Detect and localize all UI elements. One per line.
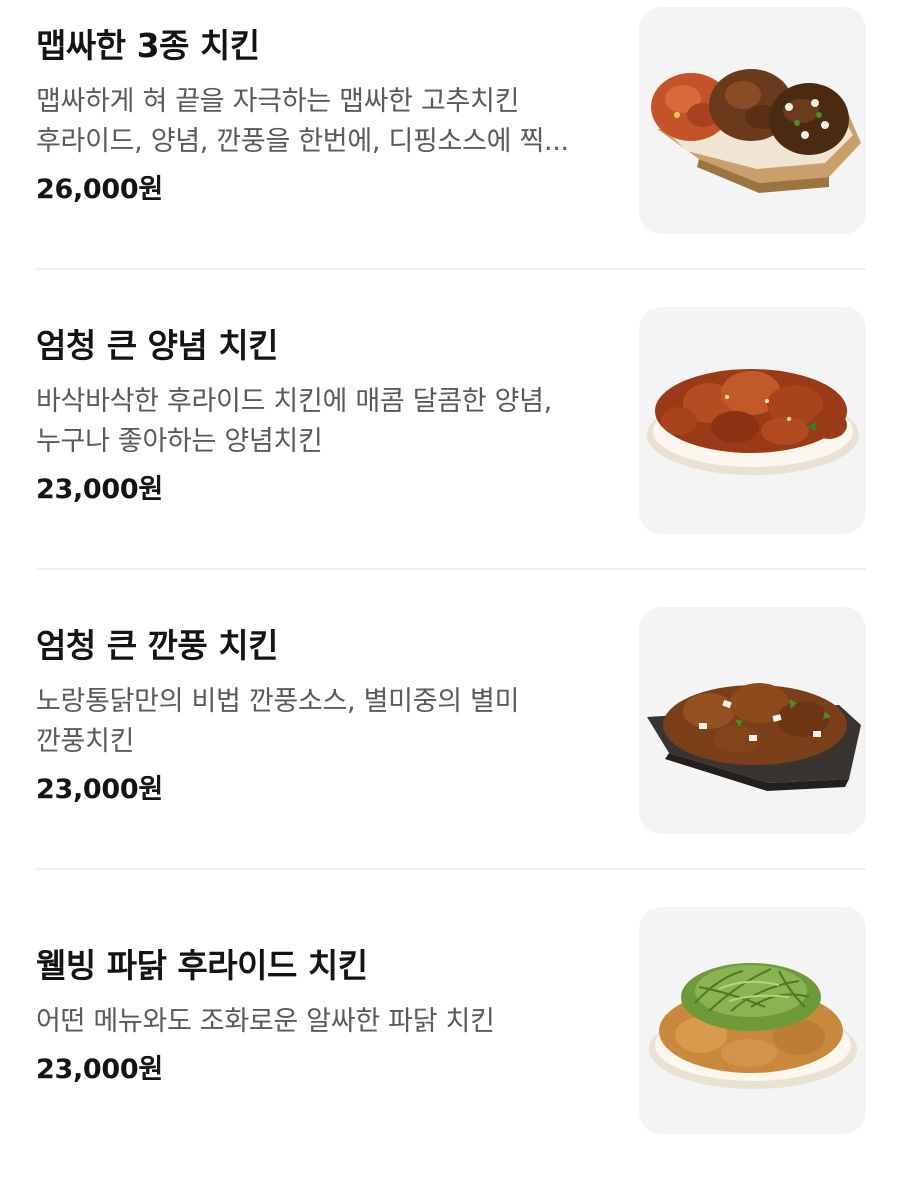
- menu-item-name: 엄청 큰 깐풍 치킨: [36, 626, 279, 665]
- menu-list: 맵싸한 3종 치킨 맵싸하게 혀 끝을 자극하는 맵싸한 고추치킨 후라이드, …: [0, 0, 900, 1146]
- menu-item-name: 맵싸한 3종 치킨: [36, 26, 260, 65]
- three-chicken-platter-image[interactable]: [639, 7, 866, 234]
- divider: [36, 868, 866, 870]
- menu-item-description: 어떤 메뉴와도 조화로운 알싸한 파닭 치킨: [36, 1006, 495, 1037]
- menu-item-price: 23,000원: [36, 1054, 163, 1085]
- menu-item-price: 23,000원: [36, 774, 163, 805]
- menu-item-spicy-3-chicken[interactable]: 맵싸한 3종 치킨 맵싸하게 혀 끝을 자극하는 맵싸한 고추치킨 후라이드, …: [0, 0, 900, 300]
- menu-item-description: 맵싸하게 혀 끝을 자극하는 맵싸한 고추치킨 후라이드, 양념, 깐풍을 한번…: [36, 86, 569, 157]
- menu-item-description: 노랑통닭만의 비법 깐풍소스, 별미중의 별미 깐풍치킨: [36, 686, 520, 757]
- menu-item-seasoned-chicken[interactable]: 엄청 큰 양념 치킨 바삭바삭한 후라이드 치킨에 매콤 달콤한 양념, 누구나…: [0, 300, 900, 600]
- green-onion-chicken-image[interactable]: [639, 907, 866, 1134]
- divider: [36, 268, 866, 270]
- menu-item-name: 웰빙 파닭 후라이드 치킨: [36, 946, 368, 985]
- menu-item-green-onion-chicken[interactable]: 웰빙 파닭 후라이드 치킨 어떤 메뉴와도 조화로운 알싸한 파닭 치킨 23,…: [0, 900, 900, 1200]
- kkanpung-chicken-image[interactable]: [639, 607, 866, 834]
- menu-item-kkanpung-chicken[interactable]: 엄청 큰 깐풍 치킨 노랑통닭만의 비법 깐풍소스, 별미중의 별미 깐풍치킨 …: [0, 600, 900, 900]
- divider: [36, 568, 866, 570]
- menu-item-text: 엄청 큰 양념 치킨 바삭바삭한 후라이드 치킨에 매콤 달콤한 양념, 누구나…: [36, 322, 616, 512]
- menu-item-price: 26,000원: [36, 174, 163, 205]
- menu-item-name: 엄청 큰 양념 치킨: [36, 326, 279, 365]
- menu-item-price: 23,000원: [36, 474, 163, 505]
- menu-item-text: 맵싸한 3종 치킨 맵싸하게 혀 끝을 자극하는 맵싸한 고추치킨 후라이드, …: [36, 22, 616, 212]
- seasoned-chicken-image[interactable]: [639, 307, 866, 534]
- menu-item-text: 웰빙 파닭 후라이드 치킨 어떤 메뉴와도 조화로운 알싸한 파닭 치킨 23,…: [36, 942, 616, 1092]
- menu-item-text: 엄청 큰 깐풍 치킨 노랑통닭만의 비법 깐풍소스, 별미중의 별미 깐풍치킨 …: [36, 622, 616, 812]
- menu-item-description: 바삭바삭한 후라이드 치킨에 매콤 달콤한 양념, 누구나 좋아하는 양념치킨: [36, 386, 552, 457]
